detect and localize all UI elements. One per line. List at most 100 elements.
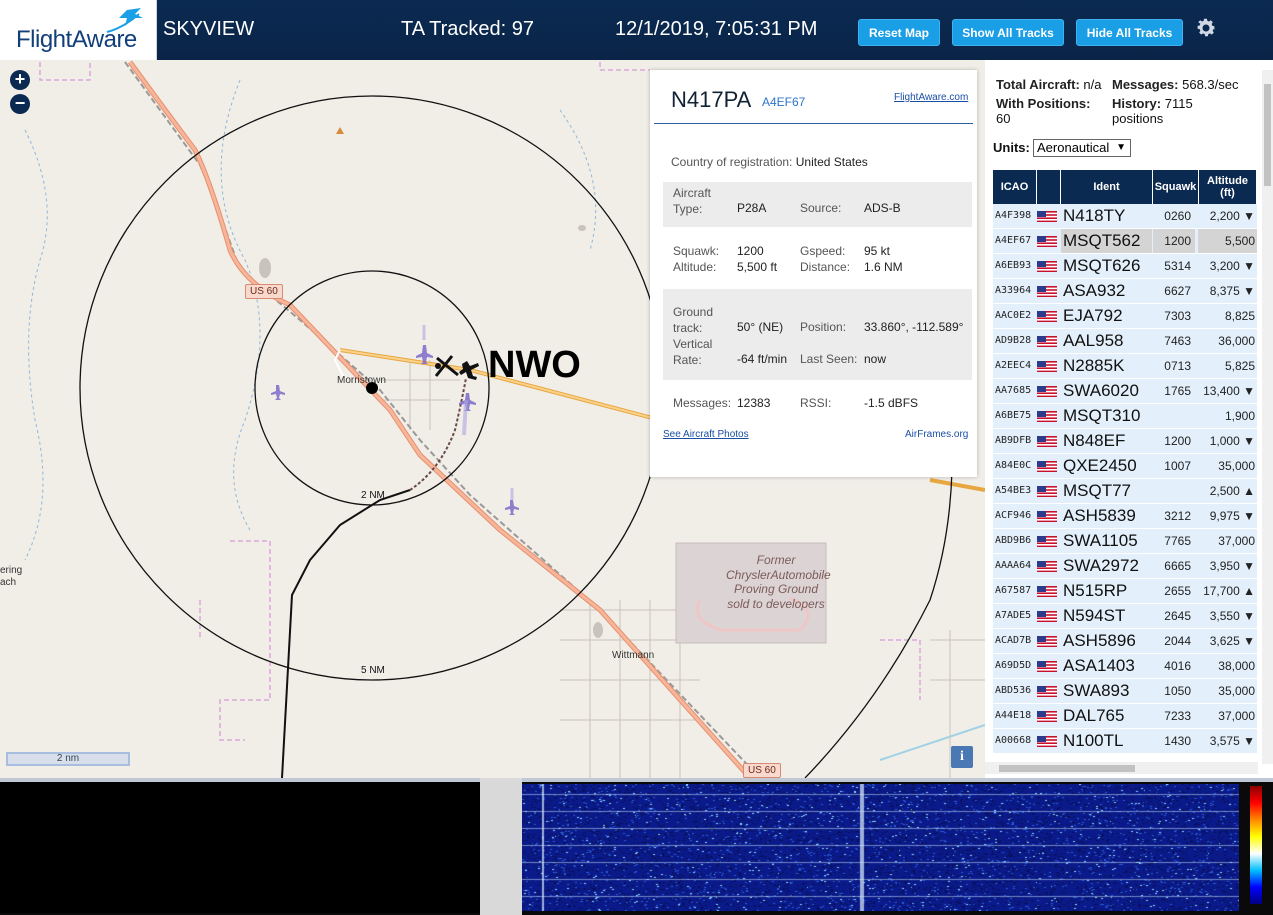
ground-track-value: 50° (NE) bbox=[737, 320, 784, 334]
table-row[interactable]: ABD536 SWA893 1050 35,000 bbox=[993, 679, 1257, 704]
table-row[interactable]: A54BE3 MSQT77 2,500 ▲ bbox=[993, 479, 1257, 504]
icao-cell: A2EEC4 bbox=[995, 360, 1032, 371]
column-header-flag[interactable] bbox=[1037, 170, 1061, 204]
total-aircraft-value: n/a bbox=[1083, 77, 1102, 92]
table-row[interactable]: AD9B28 AAL958 7463 36,000 bbox=[993, 329, 1257, 354]
info-button[interactable]: i bbox=[951, 746, 973, 768]
altitude-cell: 2,500 ▲ bbox=[1209, 484, 1255, 498]
table-row[interactable]: A4F398 N418TY 0260 2,200 ▼ bbox=[993, 204, 1257, 229]
aircraft-type-label: Aircraft Type: bbox=[673, 186, 712, 216]
table-row[interactable]: A67587 N515RP 2655 17,700 ▲ bbox=[993, 579, 1257, 604]
altitude-cell: 13,400 ▼ bbox=[1203, 384, 1255, 398]
icao-cell: A00668 bbox=[995, 735, 1032, 746]
us-flag-icon bbox=[1037, 436, 1057, 447]
altitude-cell: 36,000 bbox=[1218, 334, 1255, 348]
table-row[interactable]: AAAA64 SWA2972 6665 3,950 ▼ bbox=[993, 554, 1257, 579]
ident-cell: SWA6020 bbox=[1063, 381, 1139, 400]
aircraft-photos-link[interactable]: See Aircraft Photos bbox=[663, 429, 749, 440]
table-row[interactable]: A00668 N100TL 1430 3,575 ▼ bbox=[993, 729, 1257, 754]
vertical-rate-value: -64 ft/min bbox=[737, 352, 788, 366]
table-row[interactable]: A7ADE5 N594ST 2645 3,550 ▼ bbox=[993, 604, 1257, 629]
table-row[interactable]: A2EEC4 N2885K 0713 5,825 bbox=[993, 354, 1257, 379]
table-row[interactable]: A6BE75 MSQT310 1,900 bbox=[993, 404, 1257, 429]
column-header-ident[interactable]: Ident bbox=[1061, 170, 1153, 204]
show-all-tracks-button[interactable]: Show All Tracks bbox=[952, 19, 1064, 46]
gear-icon[interactable] bbox=[1194, 16, 1218, 40]
table-row[interactable]: ACAD7B ASH5896 2044 3,625 ▼ bbox=[993, 629, 1257, 654]
table-row[interactable]: AB9DFB N848EF 1200 1,000 ▼ bbox=[993, 429, 1257, 454]
us-flag-icon bbox=[1037, 261, 1057, 272]
table-row[interactable]: ACF946 ASH5839 3212 9,975 ▼ bbox=[993, 504, 1257, 529]
distance-label: Distance: bbox=[800, 260, 851, 274]
datetime: 12/1/2019, 7:05:31 PM bbox=[615, 18, 818, 40]
distance-value: 1.6 NM bbox=[864, 260, 903, 274]
us-flag-icon bbox=[1037, 611, 1057, 622]
scrollbar-thumb[interactable] bbox=[1264, 84, 1271, 186]
logo-text: FlightAware bbox=[16, 26, 137, 53]
sidebar: Total Aircraft: n/a Messages: 568.3/sec … bbox=[985, 60, 1273, 778]
popup-hex: A4EF67 bbox=[762, 95, 806, 109]
squawk-cell: 5314 bbox=[1164, 259, 1191, 273]
us-flag-icon bbox=[1037, 461, 1057, 472]
table-row[interactable]: A44E18 DAL765 7233 37,000 bbox=[993, 704, 1257, 729]
town-label-partial: ach bbox=[0, 577, 17, 588]
table-row[interactable]: A6EB93 MSQT626 5314 3,200 ▼ bbox=[993, 254, 1257, 279]
flightaware-logo[interactable]: FlightAware bbox=[0, 0, 157, 60]
altitude-cell: 8,375 ▼ bbox=[1209, 284, 1255, 298]
table-row[interactable]: A84E0C QXE2450 1007 35,000 bbox=[993, 454, 1257, 479]
squawk-cell: 1765 bbox=[1164, 384, 1191, 398]
altitude-cell: 3,950 ▼ bbox=[1209, 559, 1255, 573]
table-row[interactable]: ABD9B6 SWA1105 7765 37,000 bbox=[993, 529, 1257, 554]
flightaware-link[interactable]: FlightAware.com bbox=[894, 92, 968, 103]
panel-divider bbox=[480, 778, 522, 915]
altitude-label: Altitude: bbox=[673, 260, 717, 274]
table-row[interactable]: AAC0E2 EJA792 7303 8,825 bbox=[993, 304, 1257, 329]
table-row[interactable]: A33964 ASA932 6627 8,375 ▼ bbox=[993, 279, 1257, 304]
units-select[interactable]: Aeronautical ▼ bbox=[1033, 139, 1131, 157]
aircraft-type-value: P28A bbox=[737, 201, 767, 215]
altitude-cell: 1,900 bbox=[1224, 409, 1255, 423]
app-name: SKYVIEW bbox=[163, 18, 255, 40]
us-flag-icon bbox=[1037, 411, 1057, 422]
squawk-cell: 1050 bbox=[1164, 684, 1191, 698]
altitude-cell: 17,700 ▲ bbox=[1203, 584, 1255, 598]
squawk-cell: 1430 bbox=[1164, 734, 1191, 748]
road-shield-us60: US 60 bbox=[743, 763, 781, 778]
reset-map-button[interactable]: Reset Map bbox=[858, 19, 940, 46]
zoom-in-button[interactable]: + bbox=[10, 70, 30, 90]
us-flag-icon bbox=[1037, 211, 1057, 222]
icao-cell: ACF946 bbox=[995, 510, 1032, 521]
icao-cell: ABD536 bbox=[995, 685, 1032, 696]
squawk-value: 1200 bbox=[737, 244, 764, 258]
column-header-icao[interactable]: ICAO bbox=[993, 170, 1037, 204]
altitude-cell: 3,575 ▼ bbox=[1209, 734, 1255, 748]
table-row[interactable]: A4EF67 MSQT562 1200 5,500 bbox=[993, 229, 1257, 254]
ident-cell: DAL765 bbox=[1063, 706, 1125, 725]
vertical-scrollbar[interactable] bbox=[1262, 70, 1273, 764]
aircraft-popup: N417PA A4EF67 FlightAware.com Country of… bbox=[650, 70, 977, 477]
zoom-out-button[interactable]: − bbox=[10, 94, 30, 114]
altitude-cell: 35,000 bbox=[1218, 684, 1255, 698]
spectrum-panel bbox=[0, 778, 1273, 915]
hide-all-tracks-button[interactable]: Hide All Tracks bbox=[1076, 19, 1183, 46]
ident-cell: N418TY bbox=[1063, 206, 1126, 225]
icao-cell: A4EF67 bbox=[995, 235, 1032, 246]
table-row[interactable]: AA7685 SWA6020 1765 13,400 ▼ bbox=[993, 379, 1257, 404]
ident-cell: ASA1403 bbox=[1063, 656, 1135, 675]
column-header-squawk[interactable]: Squawk bbox=[1153, 170, 1199, 204]
ident-cell: AAL958 bbox=[1063, 331, 1124, 350]
icao-cell: A69D5D bbox=[995, 660, 1032, 671]
horizontal-scrollbar[interactable] bbox=[985, 762, 1258, 774]
icao-cell: AD9B28 bbox=[995, 335, 1032, 346]
icao-cell: A44E18 bbox=[995, 710, 1032, 721]
table-row[interactable]: A69D5D ASA1403 4016 38,000 bbox=[993, 654, 1257, 679]
icao-cell: AAAA64 bbox=[995, 560, 1032, 571]
airframes-link[interactable]: AirFrames.org bbox=[905, 429, 968, 440]
column-header-altitude[interactable]: Altitude (ft) bbox=[1199, 170, 1257, 204]
scrollbar-thumb[interactable] bbox=[999, 765, 1135, 772]
icao-cell: A6EB93 bbox=[995, 260, 1032, 271]
messages-rate: Messages: 568.3/sec bbox=[1112, 77, 1238, 92]
us-flag-icon bbox=[1037, 686, 1057, 697]
altitude-cell: 2,200 ▼ bbox=[1209, 209, 1255, 223]
ident-cell: N594ST bbox=[1063, 606, 1126, 625]
